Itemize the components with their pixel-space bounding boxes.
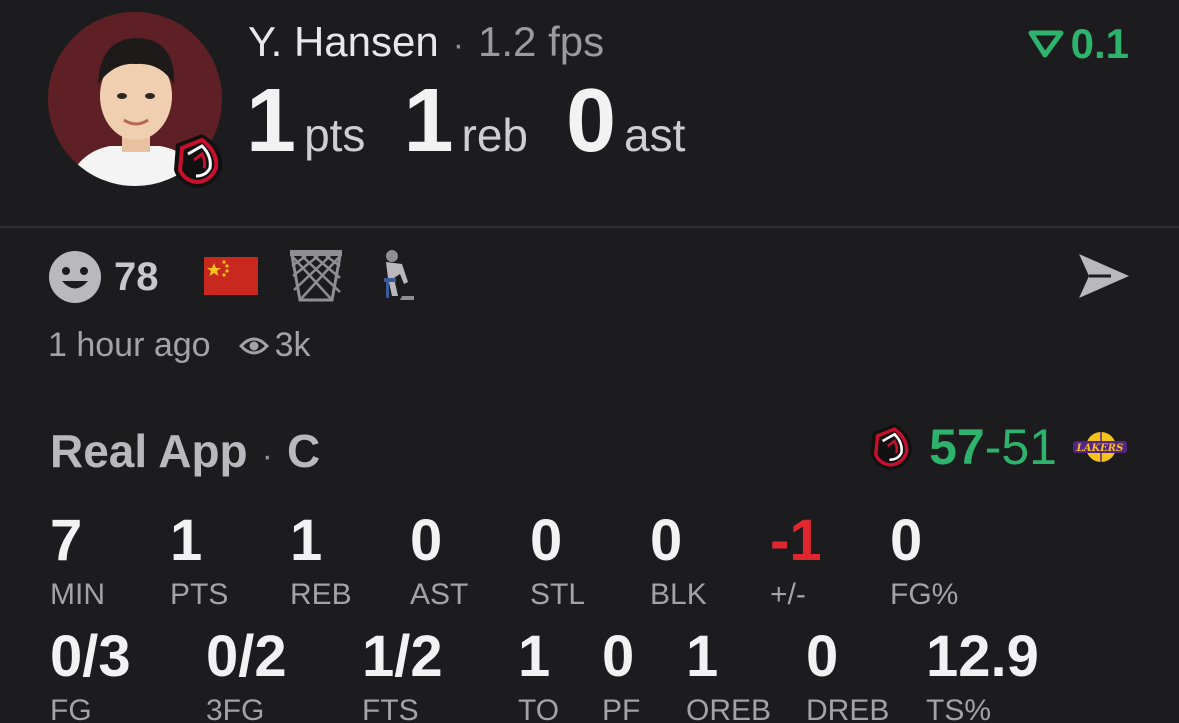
stat-cell-ast: 0 AST — [410, 512, 468, 610]
away-score: 51 — [1001, 419, 1057, 475]
stat-label: STL — [530, 578, 586, 611]
rating-value: 0.1 — [1070, 20, 1129, 67]
china-flag-icon[interactable] — [204, 257, 258, 295]
reaction-button[interactable]: 78 — [48, 250, 159, 304]
stat-cell-fg: 0 FG% — [890, 512, 958, 610]
share-icon[interactable] — [1075, 250, 1133, 302]
stat-value: 0 — [890, 508, 923, 573]
stat-label: OREB — [686, 694, 772, 723]
stat-label: TO — [518, 694, 560, 723]
stat-cell-fts: 1/2 FTS — [362, 628, 443, 723]
stat-cell-dreb: 0 DREB — [806, 628, 889, 723]
time-ago: 1 hour ago — [48, 326, 211, 364]
stat-label: TS% — [926, 694, 992, 723]
stat-cell-to: 1 TO — [518, 628, 559, 723]
stat-value: 0 — [650, 508, 683, 573]
basketball-net-icon[interactable] — [288, 248, 344, 304]
stat-label: AST — [410, 578, 469, 611]
stat-label: DREB — [806, 694, 890, 723]
stat-value: 12.9 — [926, 624, 1039, 689]
stat-label: PTS — [170, 578, 229, 611]
stat-cell-oreb: 1 OREB — [686, 628, 771, 723]
score-dash: - — [984, 419, 1002, 475]
view-count: 3k — [238, 326, 311, 365]
stat-label: 3FG — [206, 694, 265, 723]
stat-cell-ts: 12.9 TS% — [926, 628, 1039, 723]
separator-dot: · — [261, 437, 273, 475]
post-meta: 1 hour ago 3k — [48, 326, 311, 365]
stat-value: 0/3 — [50, 624, 131, 689]
stat-label: PF — [602, 694, 641, 723]
player-name-line: Y. Hansen · 1.2 fps — [248, 18, 604, 66]
game-score[interactable]: 57-51 LAKERS — [869, 418, 1129, 476]
stat-cell-blk: 0 BLK — [650, 512, 707, 610]
stat-value: 7 — [50, 508, 83, 573]
separator-dot: · — [452, 26, 465, 64]
divider — [0, 226, 1179, 228]
headline-points-unit: pts — [304, 109, 366, 161]
stat-label: BLK — [650, 578, 707, 611]
player-name[interactable]: Y. Hansen — [248, 18, 439, 65]
stat-value: 0 — [806, 624, 839, 689]
player-card: Y. Hansen · 1.2 fps 0.1 1 pts 1 reb 0 ast 78 — [0, 0, 1179, 723]
headline-assists-unit: ast — [624, 109, 686, 161]
home-score: 57 — [929, 419, 985, 475]
source-line: Real App · C — [50, 424, 320, 478]
headline-rebounds-unit: reb — [461, 109, 528, 161]
headline-stats: 1 pts 1 reb 0 ast — [246, 76, 723, 166]
stat-label: +/- — [770, 578, 806, 611]
stat-value: 1 — [290, 508, 323, 573]
stat-cell-min: 7 MIN — [50, 512, 105, 610]
stat-value: 1 — [170, 508, 203, 573]
rating-badge: 0.1 — [1027, 20, 1129, 68]
stat-label: MIN — [50, 578, 105, 611]
stat-value: 1 — [686, 624, 719, 689]
eye-icon — [238, 337, 269, 354]
stat-cell-reb: 1 REB — [290, 512, 352, 610]
stat-value: -1 — [770, 508, 822, 573]
stat-value: 0/2 — [206, 624, 287, 689]
team-logo-icon — [172, 132, 226, 190]
stat-value: 0 — [410, 508, 443, 573]
stat-label: FG% — [890, 578, 959, 611]
stat-label: FTS — [362, 694, 419, 723]
reaction-count: 78 — [114, 254, 159, 299]
thinking-pose-icon[interactable] — [378, 248, 418, 304]
stat-cell-pts: 1 PTS — [170, 512, 228, 610]
stat-label: REB — [290, 578, 352, 611]
stat-cell-stl: 0 STL — [530, 512, 585, 610]
smile-icon — [49, 251, 101, 303]
stat-value: 1/2 — [362, 624, 443, 689]
svg-text:LAKERS: LAKERS — [1076, 443, 1124, 454]
stat-cell-pf: 0 PF — [602, 628, 640, 723]
stat-value: 1 — [518, 624, 551, 689]
stat-value: 0 — [530, 508, 563, 573]
fantasy-points-per-second: 1.2 fps — [478, 18, 605, 65]
view-count-value: 3k — [274, 326, 311, 364]
stat-value: 0 — [602, 624, 635, 689]
headline-points-value: 1 — [246, 71, 297, 171]
away-team-logo-icon: LAKERS — [1073, 432, 1127, 462]
stat-cell-fg: 0/3 FG — [50, 628, 131, 723]
stat-cell-: -1 +/- — [770, 512, 822, 610]
rating-arrow-icon — [1028, 30, 1064, 58]
home-team-logo-icon — [870, 424, 912, 470]
player-position: C — [286, 425, 321, 477]
headline-rebounds-value: 1 — [403, 71, 454, 171]
headline-assists-value: 0 — [565, 71, 617, 171]
stat-cell-3fg: 0/2 3FG — [206, 628, 287, 723]
stat-label: FG — [50, 694, 92, 723]
source-name[interactable]: Real App — [50, 425, 248, 477]
